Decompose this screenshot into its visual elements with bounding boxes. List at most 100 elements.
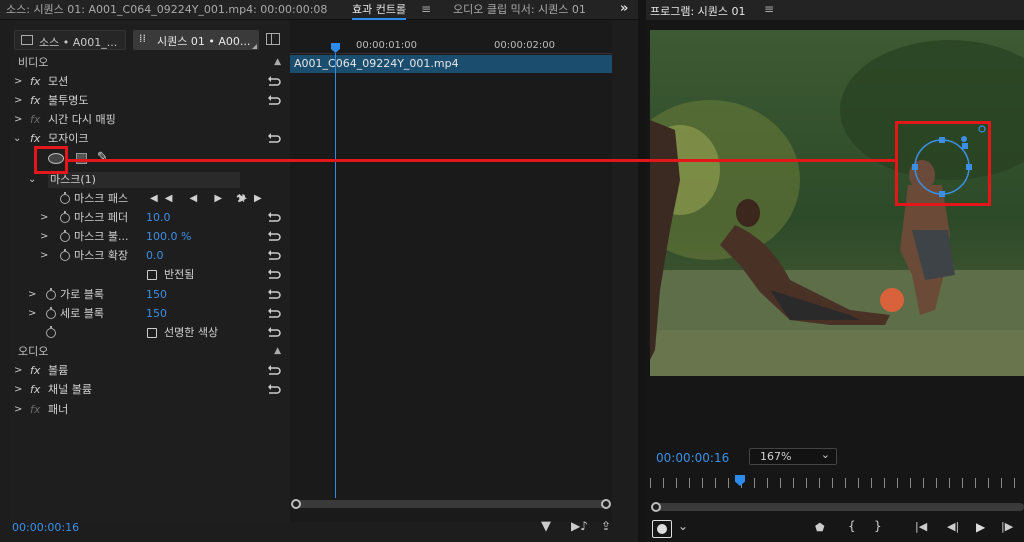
effect-row-motion[interactable]: > fx 모션 bbox=[10, 72, 289, 91]
collapse-up-icon[interactable]: ▲ bbox=[274, 342, 281, 361]
stopwatch-icon[interactable] bbox=[60, 211, 70, 223]
vertical-blocks-value[interactable]: 150 bbox=[146, 304, 167, 323]
mask-opacity-value[interactable]: 100.0 % bbox=[146, 227, 191, 246]
chevron-right-icon[interactable]: > bbox=[14, 361, 22, 380]
reset-icon[interactable] bbox=[267, 308, 281, 319]
chevron-down-icon[interactable]: ⌄ bbox=[13, 129, 21, 148]
tab-audio-clip-mixer[interactable]: 오디오 클립 믹서: 시퀀스 01 bbox=[453, 0, 586, 20]
timeline-scrollbar[interactable] bbox=[291, 499, 611, 509]
fx-icon: fx bbox=[30, 113, 41, 126]
effect-row-channel-volume[interactable]: > fx 채널 볼륨 bbox=[10, 380, 289, 399]
effect-controls-timeline bbox=[290, 20, 612, 522]
mask-track-controls-icon[interactable]: ◀◀ ◀ ▶ ▶▶ bbox=[150, 189, 269, 208]
mask-feather-value[interactable]: 10.0 bbox=[146, 208, 171, 227]
sequence-chip[interactable]: ⁞⁞ 시퀀스 01 • A00... bbox=[133, 30, 259, 50]
program-ruler[interactable] bbox=[650, 478, 1024, 488]
effect-row-panner[interactable]: > fx 패너 bbox=[10, 400, 289, 419]
reset-icon[interactable] bbox=[267, 231, 281, 242]
export-frame-button[interactable] bbox=[652, 520, 672, 538]
clip-bar[interactable]: A001_C064_09224Y_001.mp4 bbox=[290, 55, 612, 73]
collapse-up-icon[interactable]: ▲ bbox=[274, 53, 281, 72]
source-chip[interactable]: 소스 • A001_... bbox=[14, 30, 126, 50]
step-back-icon[interactable]: ◀| bbox=[947, 520, 959, 533]
effect-row-volume[interactable]: > fx 볼륨 bbox=[10, 361, 289, 380]
zoom-dropdown[interactable]: 167% ⌄ bbox=[749, 448, 837, 465]
stopwatch-icon[interactable] bbox=[60, 249, 70, 261]
chevron-right-icon[interactable]: > bbox=[40, 208, 48, 227]
pen-mask-tool-icon[interactable]: ✎ bbox=[97, 150, 108, 165]
inverted-checkbox[interactable] bbox=[147, 270, 157, 280]
reset-icon[interactable] bbox=[267, 133, 281, 144]
reset-icon[interactable] bbox=[267, 76, 281, 87]
stopwatch-icon[interactable] bbox=[60, 192, 70, 204]
program-scrollbar[interactable] bbox=[651, 502, 1024, 512]
fx-icon[interactable]: fx bbox=[30, 72, 40, 91]
fx-icon[interactable]: fx bbox=[30, 361, 40, 380]
fx-icon[interactable]: fx bbox=[30, 380, 40, 399]
horizontal-blocks-row: > 가로 블록 150 bbox=[10, 285, 289, 304]
current-timecode[interactable]: 00:00:00:16 bbox=[12, 521, 79, 534]
go-to-in-icon[interactable]: |◀ bbox=[915, 520, 927, 533]
chevron-right-icon[interactable]: > bbox=[28, 285, 36, 304]
stopwatch-icon[interactable] bbox=[46, 288, 56, 300]
annotation-mask-box bbox=[895, 121, 991, 206]
reset-icon[interactable] bbox=[267, 289, 281, 300]
reset-icon[interactable] bbox=[267, 269, 281, 280]
chevron-right-icon[interactable]: > bbox=[14, 110, 22, 129]
video-label: 비디오 bbox=[18, 56, 49, 69]
stopwatch-icon[interactable] bbox=[60, 230, 70, 242]
reset-icon[interactable] bbox=[267, 212, 281, 223]
mark-out-icon[interactable]: } bbox=[874, 519, 882, 533]
property-label: 세로 블록 bbox=[60, 307, 104, 320]
marker-icon[interactable]: ⬟ bbox=[815, 521, 825, 534]
panel-toggle-icon[interactable] bbox=[266, 33, 280, 45]
step-forward-icon[interactable]: |▶ bbox=[1001, 520, 1013, 533]
tab-effect-controls[interactable]: 효과 컨트롤 bbox=[352, 0, 407, 20]
chevron-down-icon: ⌄ bbox=[820, 448, 830, 461]
reset-icon[interactable] bbox=[267, 95, 281, 106]
reset-icon[interactable] bbox=[267, 327, 281, 338]
chevron-right-icon[interactable]: > bbox=[40, 246, 48, 265]
panel-menu-icon[interactable]: ≡ bbox=[421, 2, 431, 16]
export-icon[interactable]: ⇪ bbox=[601, 519, 611, 533]
chevron-right-icon[interactable]: > bbox=[14, 91, 22, 110]
property-label: 가로 블록 bbox=[60, 288, 104, 301]
audio-play-icon[interactable]: ▶♪ bbox=[571, 519, 588, 533]
chevron-right-icon[interactable]: > bbox=[28, 304, 36, 323]
playhead-line bbox=[335, 53, 336, 498]
vertical-blocks-row: > 세로 블록 150 bbox=[10, 304, 289, 323]
filter-icon[interactable]: ▼ bbox=[541, 519, 551, 534]
effect-label: 채널 볼륨 bbox=[48, 383, 92, 396]
effect-row-time-remapping[interactable]: > fx 시간 다시 매핑 bbox=[10, 110, 289, 129]
panel-divider[interactable] bbox=[638, 0, 646, 542]
sharp-colors-checkbox[interactable] bbox=[147, 328, 157, 338]
play-icon[interactable]: ▶ bbox=[976, 520, 985, 534]
chevron-down-icon[interactable]: ⌄ bbox=[678, 519, 688, 533]
reset-icon[interactable] bbox=[267, 250, 281, 261]
scroll-handle-left[interactable] bbox=[651, 502, 661, 512]
mask-expansion-value[interactable]: 0.0 bbox=[146, 246, 164, 265]
scroll-handle-left[interactable] bbox=[291, 499, 301, 509]
panel-menu-icon[interactable]: ≡ bbox=[764, 2, 774, 16]
effect-label: 불투명도 bbox=[48, 94, 89, 107]
program-title: 프로그램: 시퀀스 01 bbox=[650, 5, 746, 18]
scroll-handle-right[interactable] bbox=[601, 499, 611, 509]
chevron-right-icon[interactable]: > bbox=[14, 400, 22, 419]
mark-in-icon[interactable]: { bbox=[848, 519, 856, 533]
reset-icon[interactable] bbox=[267, 384, 281, 395]
chevron-right-icon[interactable]: > bbox=[40, 227, 48, 246]
chevron-right-icon[interactable]: > bbox=[14, 380, 22, 399]
reset-icon[interactable] bbox=[267, 365, 281, 376]
horizontal-blocks-value[interactable]: 150 bbox=[146, 285, 167, 304]
overflow-chevron-icon[interactable]: » bbox=[620, 1, 628, 16]
chevron-right-icon[interactable]: > bbox=[14, 72, 22, 91]
effect-row-opacity[interactable]: > fx 불투명도 bbox=[10, 91, 289, 110]
ruler-label: 00:00:01:00 bbox=[356, 40, 418, 51]
program-timecode[interactable]: 00:00:00:16 bbox=[656, 451, 729, 465]
wrench-icon[interactable]: ⚒ bbox=[236, 189, 246, 208]
effects-panel-header: 소스: 시퀀스 01: A001_C064_09224Y_001.mp4: 00… bbox=[0, 0, 638, 20]
fx-icon[interactable]: fx bbox=[30, 91, 40, 110]
stopwatch-icon[interactable] bbox=[46, 326, 56, 338]
tab-source[interactable]: 소스: 시퀀스 01: A001_C064_09224Y_001.mp4: 00… bbox=[6, 0, 327, 20]
stopwatch-icon[interactable] bbox=[46, 307, 56, 319]
